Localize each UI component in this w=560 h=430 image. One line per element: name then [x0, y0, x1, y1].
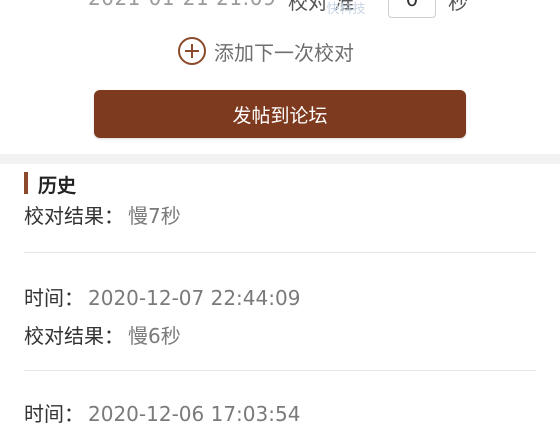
result-value: 慢6秒: [128, 324, 181, 348]
history-title: 历史: [38, 175, 77, 197]
history-result-line: 校对结果： 慢7秒: [24, 202, 181, 229]
history-list: 校对结果： 慢7秒 时间： 2020-12-07 22:44:09 校对结果： 慢6秒…: [0, 202, 560, 430]
history-divider: [24, 370, 536, 371]
time-value: 2020-12-07 22:44:09: [88, 286, 301, 310]
current-timestamp: 2021-01-21 21:09: [88, 0, 276, 10]
result-label: 校对结果：: [24, 204, 124, 228]
add-next-label: 添加下一次校对: [214, 40, 354, 65]
history-time-line: 时间： 2020-12-06 17:03:54: [24, 398, 300, 427]
plus-circle-icon: [178, 37, 206, 65]
history-section-header: 历史: [0, 164, 560, 202]
history-divider: [24, 252, 536, 253]
time-label: 时间：: [24, 402, 84, 426]
post-to-forum-button[interactable]: 发帖到论坛: [94, 90, 466, 138]
result-label: 校对结果：: [24, 324, 124, 348]
seconds-unit: 秒: [448, 0, 468, 14]
time-value: 2020-12-06 17:03:54: [88, 402, 301, 426]
time-label: 时间：: [24, 286, 84, 310]
section-accent-bar: [24, 172, 28, 194]
history-time-line: 时间： 2020-12-07 22:44:09: [24, 282, 300, 311]
result-value: 慢7秒: [128, 204, 181, 228]
add-next-check-button[interactable]: 添加下一次校对: [178, 34, 354, 68]
current-record-row: 2021-01-21 21:09 校对 准 0 秒: [0, 0, 560, 20]
history-result-line: 校对结果： 慢6秒: [24, 320, 181, 349]
watermark-logo: 快科技: [326, 2, 366, 17]
seconds-input[interactable]: 0: [388, 0, 436, 18]
section-separator: [0, 154, 560, 164]
